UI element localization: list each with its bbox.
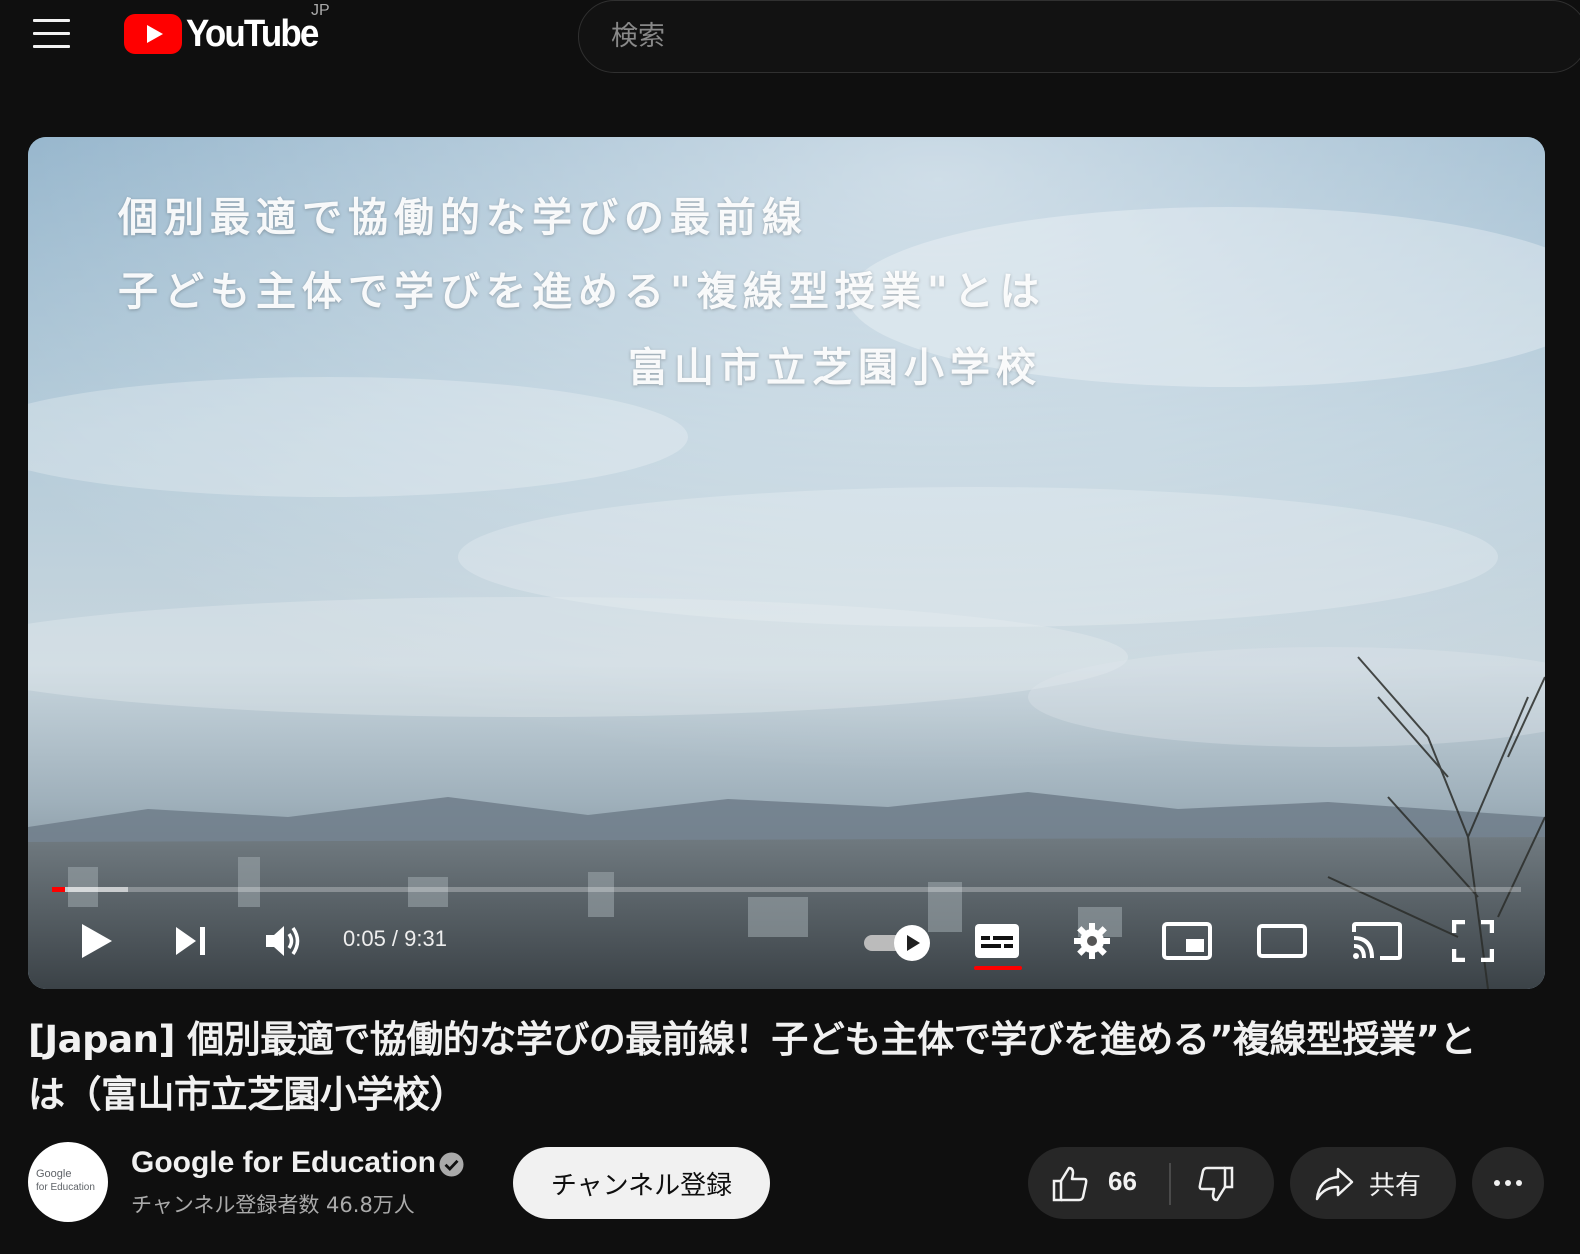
captions-icon[interactable] — [972, 921, 1022, 961]
menu-icon[interactable] — [33, 19, 71, 49]
more-icon — [1494, 1180, 1500, 1186]
channel-name[interactable]: Google for Education — [131, 1146, 436, 1180]
like-button[interactable]: 66 — [1028, 1147, 1169, 1219]
like-count: 66 — [1108, 1166, 1137, 1196]
video-overlay-line-1: 個別最適で協働的な学びの最前線 — [118, 195, 808, 241]
thumbs-up-icon — [1052, 1166, 1088, 1202]
like-dislike-group: 66 — [1028, 1147, 1274, 1219]
settings-icon[interactable] — [1070, 919, 1114, 963]
fullscreen-icon[interactable] — [1450, 919, 1496, 963]
captions-active-indicator — [974, 966, 1022, 970]
verified-badge-icon — [439, 1152, 464, 1177]
more-icon-dot — [1516, 1180, 1522, 1186]
logo-text: YouTube — [186, 12, 319, 55]
next-icon[interactable] — [168, 921, 212, 961]
volume-icon[interactable] — [262, 919, 306, 963]
theater-icon[interactable] — [1256, 923, 1308, 959]
search-box[interactable] — [578, 0, 1580, 73]
search-input[interactable] — [611, 13, 1511, 59]
progress-bar[interactable] — [52, 887, 1521, 892]
video-overlay-line-3: 富山市立芝園小学校 — [628, 345, 1042, 391]
youtube-logo[interactable]: YouTube — [124, 12, 329, 56]
video-title: [Japan] 個別最適で協働的な学びの最前線！子ども主体で学びを進める”複線型… — [28, 1018, 1476, 1116]
youtube-play-icon — [124, 14, 182, 54]
time-display: 0:05 / 9:31 — [343, 926, 447, 951]
share-button[interactable]: 共有 — [1290, 1147, 1456, 1219]
avatar-logo-line-2: for Education — [36, 1182, 95, 1193]
country-code: JP — [311, 2, 330, 19]
video-overlay-line-2: 子ども主体で学びを進める"複線型授業"とは — [118, 269, 1046, 315]
share-label: 共有 — [1369, 1171, 1422, 1201]
subscribe-button[interactable]: チャンネル登録 — [513, 1147, 770, 1219]
cast-icon[interactable] — [1351, 921, 1403, 961]
subscriber-count: チャンネル登録者数 46.8万人 — [131, 1193, 415, 1217]
video-player[interactable]: 個別最適で協働的な学びの最前線 子ども主体で学びを進める"複線型授業"とは 富山… — [28, 137, 1545, 989]
progress-played — [52, 887, 65, 892]
thumbs-down-icon — [1198, 1166, 1234, 1202]
channel-avatar[interactable]: Google for Education — [28, 1142, 108, 1222]
miniplayer-icon[interactable] — [1161, 921, 1213, 961]
play-icon[interactable] — [74, 919, 118, 963]
avatar-logo-line-1: Google — [36, 1168, 72, 1180]
more-icon-dot — [1505, 1180, 1511, 1186]
autoplay-toggle[interactable] — [861, 923, 933, 963]
share-icon — [1315, 1167, 1354, 1201]
more-actions-button[interactable] — [1472, 1147, 1544, 1219]
dislike-button[interactable] — [1171, 1147, 1274, 1219]
